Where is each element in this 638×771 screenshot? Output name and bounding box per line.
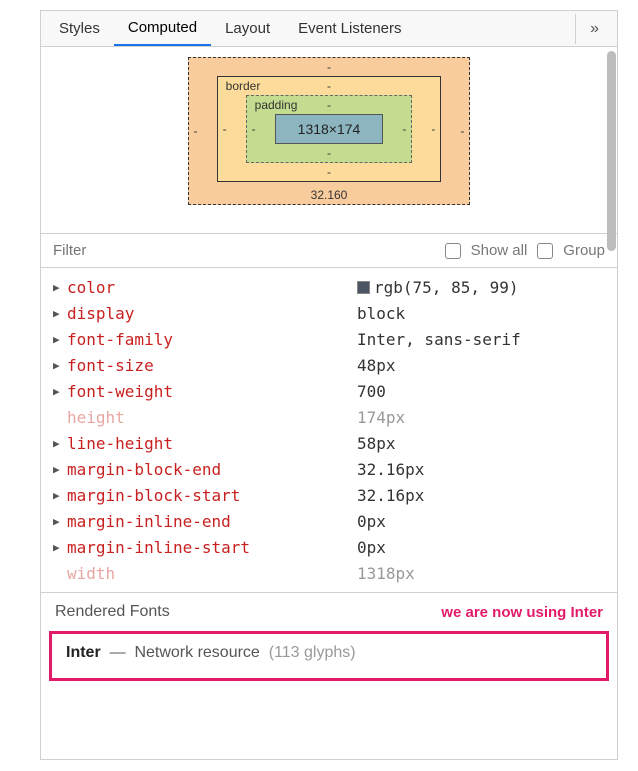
property-row[interactable]: ▶colorrgb(75, 85, 99) (41, 274, 617, 300)
tabs-overflow[interactable]: » (575, 14, 613, 44)
box-model-diagram: - - - 32.160 border - - - - padding - - … (41, 47, 617, 233)
property-value: 1318px (357, 564, 415, 583)
property-value: rgb(75, 85, 99) (357, 278, 519, 297)
property-name: font-family (67, 330, 357, 349)
property-name: font-size (67, 356, 357, 375)
property-name: margin-inline-start (67, 538, 357, 557)
property-value: 700 (357, 382, 386, 401)
padding-label: padding (255, 98, 298, 112)
property-name: margin-block-end (67, 460, 357, 479)
tab-bar: Styles Computed Layout Event Listeners » (41, 11, 617, 47)
property-row[interactable]: ▶font-size48px (41, 352, 617, 378)
expand-triangle-icon[interactable]: ▶ (53, 333, 67, 346)
property-row[interactable]: ▶font-familyInter, sans-serif (41, 326, 617, 352)
scrollbar-track (607, 51, 616, 749)
property-value: 48px (357, 356, 396, 375)
box-model-padding: padding - - - - 1318×174 (246, 95, 413, 163)
tab-event-listeners[interactable]: Event Listeners (284, 12, 415, 45)
property-row[interactable]: ▶margin-inline-start0px (41, 534, 617, 560)
tab-styles[interactable]: Styles (45, 12, 114, 45)
expand-triangle-icon[interactable]: ▶ (53, 359, 67, 372)
rendered-fonts-label: Rendered Fonts (55, 603, 170, 621)
margin-right-value: - (460, 124, 464, 138)
margin-left-value: - (194, 124, 198, 138)
box-model-content: 1318×174 (275, 114, 384, 144)
expand-triangle-icon[interactable]: ▶ (53, 385, 67, 398)
property-value: 0px (357, 538, 386, 557)
annotation-text: we are now using Inter (441, 604, 603, 621)
property-value: block (357, 304, 405, 323)
expand-triangle-icon[interactable]: ▶ (53, 489, 67, 502)
expand-triangle-icon[interactable]: ▶ (53, 281, 67, 294)
property-value: Inter, sans-serif (357, 330, 521, 349)
padding-left-value: - (252, 122, 256, 136)
property-value: 174px (357, 408, 405, 427)
padding-top-value: - (327, 98, 331, 112)
border-top-value: - (327, 79, 331, 93)
showall-label: Show all (471, 242, 528, 259)
border-left-value: - (223, 122, 227, 136)
expand-triangle-icon[interactable]: ▶ (53, 307, 67, 320)
filter-input[interactable] (53, 242, 435, 259)
devtools-panel: Styles Computed Layout Event Listeners »… (40, 10, 618, 760)
border-right-value: - (431, 122, 435, 136)
expand-triangle-icon[interactable]: ▶ (53, 437, 67, 450)
property-value: 32.16px (357, 486, 424, 505)
border-label: border (226, 79, 261, 93)
rendered-fonts-heading: Rendered Fonts we are now using Inter (41, 592, 617, 627)
font-sep: — (110, 644, 126, 661)
property-row[interactable]: ▶margin-block-end32.16px (41, 456, 617, 482)
padding-bottom-value: - (327, 146, 331, 160)
property-value: 32.16px (357, 460, 424, 479)
tab-layout[interactable]: Layout (211, 12, 284, 45)
box-model-border: border - - - - padding - - - - 1318×174 (217, 76, 442, 182)
color-swatch[interactable] (357, 281, 370, 294)
filter-bar: Show all Group (41, 234, 617, 268)
font-source: Network resource (134, 644, 259, 661)
scrollbar-thumb[interactable] (607, 51, 616, 251)
property-name: display (67, 304, 357, 323)
rendered-font-row: Inter — Network resource (113 glyphs) (49, 631, 609, 681)
property-row[interactable]: ▶displayblock (41, 300, 617, 326)
padding-right-value: - (402, 122, 406, 136)
property-row[interactable]: width1318px (41, 560, 617, 586)
property-name: font-weight (67, 382, 357, 401)
tab-computed[interactable]: Computed (114, 11, 211, 46)
margin-top-value: - (327, 60, 331, 74)
property-name: width (67, 564, 357, 583)
property-name: margin-inline-end (67, 512, 357, 531)
group-checkbox[interactable] (537, 243, 553, 259)
property-row[interactable]: height174px (41, 404, 617, 430)
border-bottom-value: - (327, 165, 331, 179)
property-row[interactable]: ▶margin-block-start32.16px (41, 482, 617, 508)
group-label: Group (563, 242, 605, 259)
font-name: Inter (66, 644, 101, 661)
margin-bottom-value: 32.160 (311, 188, 348, 202)
property-value: 0px (357, 512, 386, 531)
property-name: height (67, 408, 357, 427)
property-name: margin-block-start (67, 486, 357, 505)
property-name: line-height (67, 434, 357, 453)
computed-property-list: ▶colorrgb(75, 85, 99)▶displayblock▶font-… (41, 268, 617, 592)
property-row[interactable]: ▶margin-inline-end0px (41, 508, 617, 534)
expand-triangle-icon[interactable]: ▶ (53, 541, 67, 554)
font-glyphs: (113 glyphs) (264, 644, 355, 661)
property-row[interactable]: ▶font-weight700 (41, 378, 617, 404)
box-model-margin: - - - 32.160 border - - - - padding - - … (188, 57, 471, 205)
property-value: 58px (357, 434, 396, 453)
expand-triangle-icon[interactable]: ▶ (53, 515, 67, 528)
property-row[interactable]: ▶line-height58px (41, 430, 617, 456)
showall-checkbox[interactable] (445, 243, 461, 259)
property-name: color (67, 278, 357, 297)
expand-triangle-icon[interactable]: ▶ (53, 463, 67, 476)
